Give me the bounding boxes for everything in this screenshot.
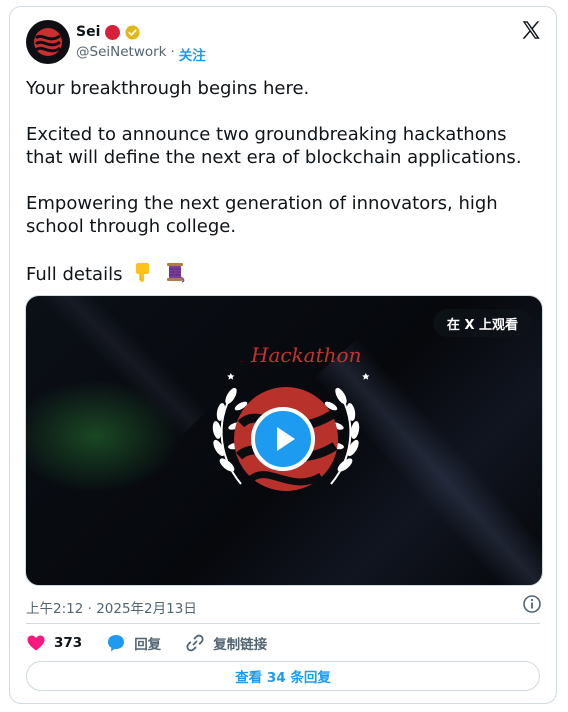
sei-logo-icon — [34, 28, 62, 56]
view-replies-button[interactable]: 查看 34 条回复 — [26, 661, 540, 691]
post-timestamp[interactable]: 上午2:12 · 2025年2月13日 — [26, 597, 197, 617]
handle-row: @SeiNetwork · 关注 — [76, 44, 206, 64]
action-bar: 373 回复 复制链接 — [26, 630, 291, 656]
like-button[interactable]: 373 — [26, 633, 82, 653]
info-icon[interactable] — [522, 594, 542, 614]
author-handle[interactable]: @SeiNetwork — [76, 44, 167, 64]
play-button[interactable] — [251, 407, 315, 471]
post-text-line-1: Your breakthrough begins here. — [26, 78, 310, 99]
red-dot-badge-icon — [105, 24, 121, 40]
link-icon — [186, 634, 204, 652]
reply-button[interactable]: 回复 — [106, 633, 161, 653]
post-text-paragraph-2: Excited to announce two groundbreaking h… — [26, 124, 522, 168]
verified-badge-icon — [125, 24, 140, 40]
post-text-paragraph-3: Empowering the next generation of innova… — [26, 193, 498, 237]
handle-separator: · — [170, 44, 175, 60]
hackathon-artwork-text: Hackathon — [250, 343, 361, 367]
copy-link-label: 复制链接 — [213, 637, 268, 653]
video-player[interactable]: 在 X 上观看 Hackathon — [25, 295, 543, 586]
avatar[interactable] — [26, 20, 70, 64]
author-row: Sei — [76, 23, 140, 41]
divider — [26, 623, 540, 624]
finger-pointing-down-icon — [136, 263, 150, 282]
post-card: Sei @SeiNetwork · 关注 Your breakthrough b… — [9, 6, 557, 704]
copy-link-button[interactable]: 复制链接 — [185, 633, 267, 653]
post-text-full-details: Full details — [26, 261, 542, 286]
like-count: 373 — [54, 635, 83, 651]
full-details-text: Full details — [26, 264, 123, 285]
reply-label: 回复 — [134, 637, 162, 653]
x-logo-icon[interactable] — [520, 19, 542, 41]
play-icon — [277, 427, 295, 451]
reply-bubble-icon — [108, 635, 125, 652]
watch-on-x-button[interactable]: 在 X 上观看 — [432, 309, 532, 337]
follow-button[interactable]: 关注 — [179, 44, 206, 64]
heart-icon — [27, 635, 45, 651]
thread-spool-icon — [166, 263, 185, 283]
author-name[interactable]: Sei — [76, 24, 100, 40]
